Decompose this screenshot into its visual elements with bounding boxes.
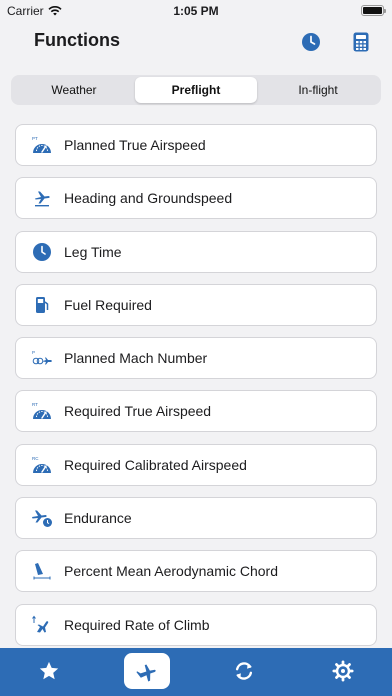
function-required-true-airspeed[interactable]: RT Required True Airspeed [15,390,377,433]
function-label: Percent Mean Aerodynamic Chord [64,563,278,580]
function-label: Endurance [64,510,132,527]
tab-favorites[interactable] [26,653,72,689]
function-list: PT Planned True Airspeed Heading and Gro… [15,124,377,657]
clock-icon [30,240,54,264]
status-time: 1:05 PM [173,4,219,18]
function-endurance[interactable]: Endurance [15,497,377,540]
svg-text:RC: RC [32,456,39,461]
tab-functions[interactable] [124,653,170,689]
tab-bar [0,648,392,696]
calculator-icon [353,32,369,52]
calculator-button[interactable] [349,30,373,54]
airplane-icon [30,186,54,210]
function-label: Required Calibrated Airspeed [64,456,247,473]
function-required-rate-of-climb[interactable]: Required Rate of Climb [15,603,377,646]
segment-in-flight[interactable]: In-flight [257,77,379,103]
function-label: Required True Airspeed [64,403,212,420]
gear-icon [332,660,354,682]
wing-icon [30,559,54,583]
header: Functions [0,24,392,60]
function-label: Fuel Required [64,296,152,313]
climb-icon [30,613,54,637]
star-icon [39,661,59,680]
function-leg-time[interactable]: Leg Time [15,230,377,273]
segment-preflight[interactable]: Preflight [135,77,257,103]
function-label: Planned True Airspeed [64,137,206,153]
function-percent-mean-aerodynamic-chord[interactable]: Percent Mean Aerodynamic Chord [15,550,377,593]
speedometer-icon: PT [30,133,54,157]
tab-conversions[interactable] [221,653,267,689]
tab-settings[interactable] [320,653,366,689]
function-label: Leg Time [64,243,122,260]
function-required-calibrated-airspeed[interactable]: RC Required Calibrated Airspeed [15,443,377,486]
function-planned-true-airspeed[interactable]: PT Planned True Airspeed [15,124,377,166]
speedometer-icon: RT [30,399,54,423]
function-label: Planned Mach Number [64,350,208,367]
mach-icon: P [30,346,54,370]
category-segmented-control: Weather Preflight In-flight [11,75,381,105]
airplane-icon [136,664,156,682]
speedometer-icon: RC [30,453,54,477]
fuel-pump-icon [30,293,54,317]
function-label: Required Rate of Climb [64,616,210,633]
status-bar: Carrier 1:05 PM [0,0,392,22]
segment-weather[interactable]: Weather [13,77,135,103]
clock-icon [302,33,320,51]
function-heading-and-groundspeed[interactable]: Heading and Groundspeed [15,177,377,220]
history-button[interactable] [299,30,323,54]
svg-text:PT: PT [32,136,38,141]
function-fuel-required[interactable]: Fuel Required [15,283,377,326]
function-label: Heading and Groundspeed [64,190,233,207]
svg-text:RT: RT [32,402,38,407]
battery-icon [361,5,386,16]
page-title: Functions [34,30,120,50]
svg-text:P: P [32,350,35,355]
refresh-icon [235,662,253,680]
airplane-clock-icon [30,506,54,530]
function-planned-mach-number[interactable]: P Planned Mach Number [15,337,377,380]
